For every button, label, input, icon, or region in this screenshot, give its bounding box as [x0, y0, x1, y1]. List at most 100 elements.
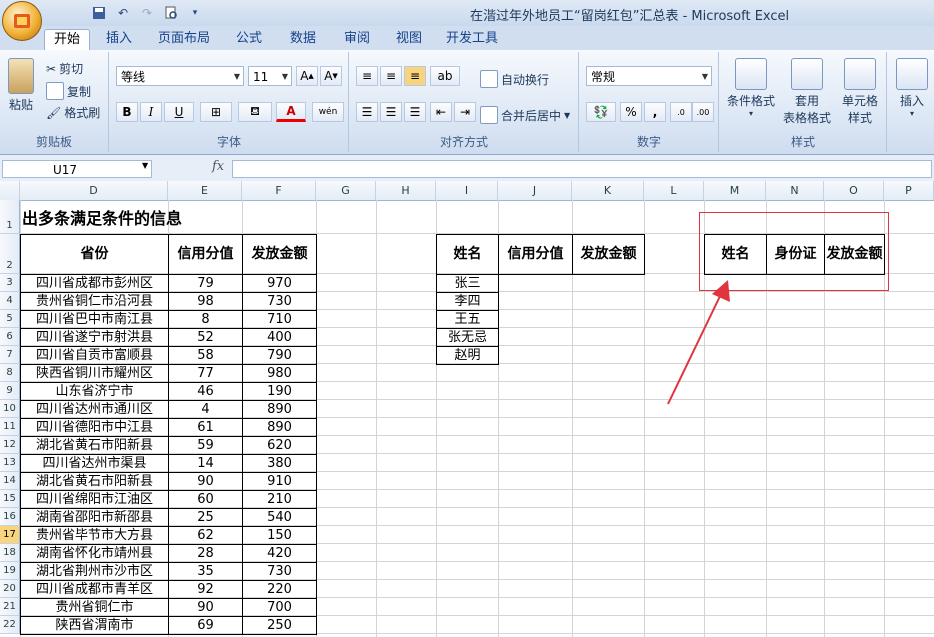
column-header[interactable]: O	[824, 181, 884, 200]
table-cell[interactable]: 62	[168, 526, 243, 545]
column-header[interactable]: L	[644, 181, 704, 200]
table-cell[interactable]: 98	[168, 292, 243, 311]
table-cell[interactable]: 540	[242, 508, 317, 527]
insert-cells-button[interactable]: 插入 ▾	[892, 58, 932, 118]
table-cell[interactable]: 190	[242, 382, 317, 401]
table-cell[interactable]: 贵州省铜仁市	[20, 598, 169, 617]
font-color-button[interactable]: A	[276, 102, 306, 122]
table-cell[interactable]: 970	[242, 274, 317, 293]
select-all-corner[interactable]	[0, 181, 20, 200]
format-as-table-button[interactable]: 套用 表格格式	[778, 58, 836, 126]
formula-input[interactable]	[232, 160, 932, 178]
cut-button[interactable]: ✂ 剪切	[46, 60, 83, 77]
header-cell[interactable]: 发放金额	[242, 234, 317, 275]
row-header[interactable]: 17	[0, 526, 20, 544]
row-header[interactable]: 22	[0, 616, 20, 634]
bold-button[interactable]: B	[116, 102, 138, 122]
table-cell[interactable]: 湖南省怀化市靖州县	[20, 544, 169, 563]
tab-page-layout[interactable]: 页面布局	[152, 29, 216, 49]
increase-decimal-button[interactable]: .0	[670, 102, 692, 122]
table-cell[interactable]: 陕西省铜川市耀州区	[20, 364, 169, 383]
table-cell[interactable]: 69	[168, 616, 243, 635]
row-header[interactable]: 6	[0, 328, 20, 346]
row-header[interactable]: 13	[0, 454, 20, 472]
table-cell[interactable]: 250	[242, 616, 317, 635]
header-cell[interactable]: 信用分值	[498, 234, 573, 275]
insert-function-button[interactable]: fx	[212, 159, 224, 174]
row-header[interactable]: 20	[0, 580, 20, 598]
column-header[interactable]: P	[884, 181, 934, 200]
tab-developer[interactable]: 开发工具	[440, 29, 504, 49]
merge-center-button[interactable]: 合并后居中 ▼	[480, 106, 570, 124]
tab-review[interactable]: 审阅	[334, 29, 380, 49]
table-cell[interactable]: 4	[168, 400, 243, 419]
tab-home[interactable]: 开始	[44, 29, 90, 50]
format-painter-button[interactable]: 🖌 格式刷	[46, 104, 100, 121]
row-header[interactable]: 9	[0, 382, 20, 400]
underline-button[interactable]: U	[164, 102, 194, 122]
table-cell[interactable]: 湖北省黄石市阳新县	[20, 436, 169, 455]
print-preview-icon[interactable]	[162, 4, 180, 22]
fill-color-button[interactable]: ⛾	[238, 102, 272, 122]
tab-formulas[interactable]: 公式	[226, 29, 272, 49]
table-cell[interactable]: 四川省成都市青羊区	[20, 580, 169, 599]
name-box-dropdown-icon[interactable]: ▼	[142, 161, 148, 170]
table-cell[interactable]: 四川省绵阳市江油区	[20, 490, 169, 509]
table-cell[interactable]: 79	[168, 274, 243, 293]
table-cell[interactable]: 980	[242, 364, 317, 383]
table-cell[interactable]: 92	[168, 580, 243, 599]
column-header[interactable]: D	[20, 181, 168, 200]
row-header[interactable]: 21	[0, 598, 20, 616]
table-cell[interactable]: 湖北省荆州市沙市区	[20, 562, 169, 581]
tab-insert[interactable]: 插入	[96, 29, 142, 49]
paste-button[interactable]: 粘贴	[4, 58, 38, 113]
align-left-button[interactable]: ☰	[356, 102, 378, 122]
table-cell[interactable]: 25	[168, 508, 243, 527]
decrease-decimal-button[interactable]: .00	[692, 102, 714, 122]
table-cell[interactable]: 910	[242, 472, 317, 491]
table-cell[interactable]: 61	[168, 418, 243, 437]
align-bottom-button[interactable]: ≡	[404, 66, 426, 86]
row-header[interactable]: 16	[0, 508, 20, 526]
align-right-button[interactable]: ☰	[404, 102, 426, 122]
row-header[interactable]: 8	[0, 364, 20, 382]
cell-styles-button[interactable]: 单元格 样式	[836, 58, 884, 126]
column-header[interactable]: H	[376, 181, 436, 200]
table-cell[interactable]: 59	[168, 436, 243, 455]
column-header[interactable]: I	[436, 181, 498, 200]
row-header[interactable]: 4	[0, 292, 20, 310]
align-center-button[interactable]: ☰	[380, 102, 402, 122]
font-name-combo[interactable]: 等线 ▼	[116, 66, 244, 86]
table-cell[interactable]: 四川省成都市彭州区	[20, 274, 169, 293]
increase-indent-button[interactable]: ⇥	[454, 102, 476, 122]
column-header[interactable]: J	[498, 181, 572, 200]
row-header[interactable]: 7	[0, 346, 20, 364]
name-box[interactable]: U17	[2, 160, 152, 178]
column-header[interactable]: K	[572, 181, 644, 200]
row-header[interactable]: 1	[0, 200, 20, 234]
customize-qat-icon[interactable]: ▾	[186, 4, 204, 22]
table-cell[interactable]: 730	[242, 292, 317, 311]
comma-button[interactable]: ,	[644, 102, 666, 122]
table-cell[interactable]: 60	[168, 490, 243, 509]
save-icon[interactable]	[90, 4, 108, 22]
table-cell[interactable]: 四川省巴中市南江县	[20, 310, 169, 329]
row-header[interactable]: 5	[0, 310, 20, 328]
italic-button[interactable]: I	[140, 102, 162, 122]
shrink-font-button[interactable]: A ▼	[320, 66, 342, 86]
redo-icon[interactable]: ↷	[138, 4, 156, 22]
table-cell[interactable]: 贵州省铜仁市沿河县	[20, 292, 169, 311]
phonetic-button[interactable]: wén	[312, 102, 344, 122]
borders-button[interactable]: ⊞	[200, 102, 232, 122]
column-header[interactable]: F	[242, 181, 316, 200]
column-header[interactable]: E	[168, 181, 242, 200]
table-cell[interactable]: 山东省济宁市	[20, 382, 169, 401]
column-header[interactable]: G	[316, 181, 376, 200]
row-header[interactable]: 19	[0, 562, 20, 580]
table-cell[interactable]: 400	[242, 328, 317, 347]
table-cell[interactable]: 李四	[436, 292, 499, 311]
row-header[interactable]: 3	[0, 274, 20, 292]
align-top-button[interactable]: ≡	[356, 66, 378, 86]
table-cell[interactable]: 四川省德阳市中江县	[20, 418, 169, 437]
table-cell[interactable]: 王五	[436, 310, 499, 329]
